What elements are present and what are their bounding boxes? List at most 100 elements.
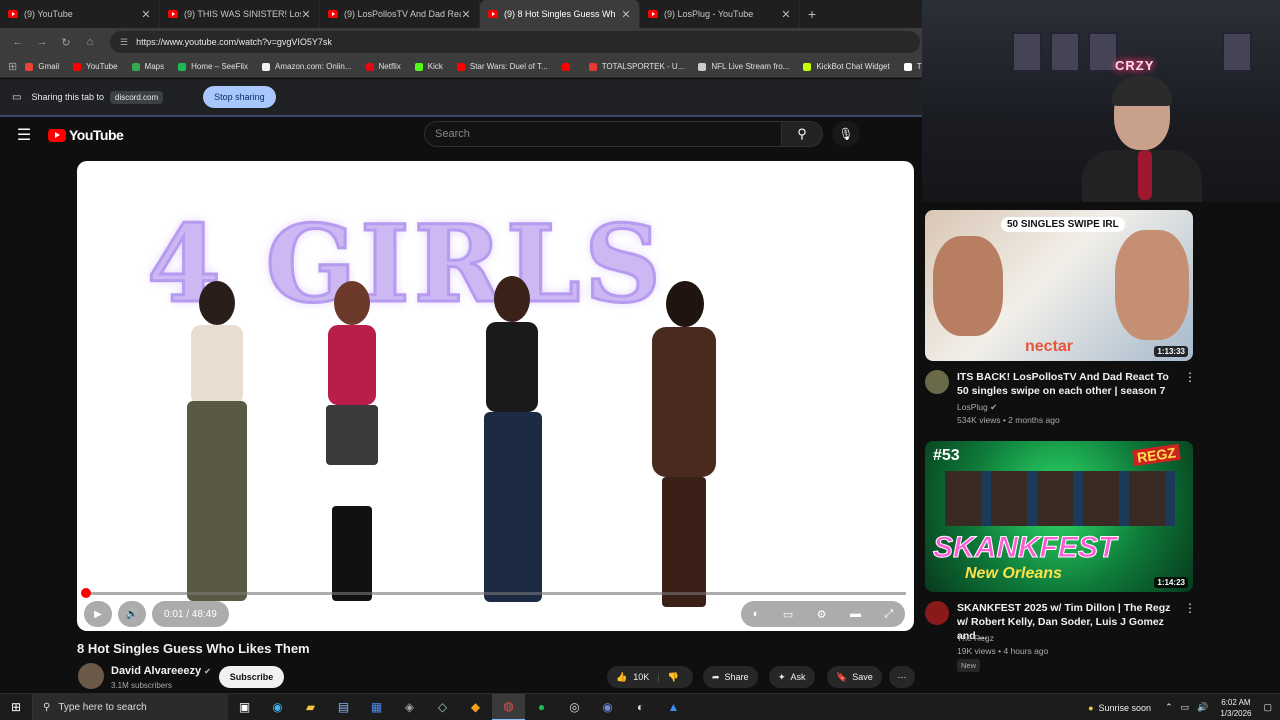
bookmark-favicon-icon [25, 62, 34, 71]
channel-name[interactable]: David Alvareeezy ✔ [111, 665, 211, 677]
app-icon[interactable]: ◎ [558, 694, 591, 720]
site-info-icon[interactable]: ☰ [120, 37, 128, 48]
close-tab-icon[interactable]: ✕ [461, 8, 471, 21]
close-tab-icon[interactable]: ✕ [141, 8, 151, 21]
taskbar-search-input[interactable]: ⚲ Type here to search [32, 693, 228, 720]
bookmark-item[interactable]: YouTube [73, 62, 118, 71]
video-duration: 1:14:23 [1154, 577, 1188, 588]
close-tab-icon[interactable]: ✕ [301, 8, 311, 21]
network-icon[interactable]: ▭ [1181, 702, 1190, 713]
recommendation-card[interactable]: #53 REGZ SKANKFEST New Orleans 1:14:23 S… [925, 441, 1196, 672]
recommendation-thumbnail[interactable]: 50 SINGLES SWIPE IRL nectar 1:13:33 [925, 210, 1193, 361]
browser-tab-active[interactable]: (9) 8 Hot Singles Guess Wh ✕ [480, 0, 640, 28]
close-tab-icon[interactable]: ✕ [621, 8, 631, 21]
share-button[interactable]: ➦ Share [703, 666, 758, 688]
save-button[interactable]: 🔖 Save [827, 666, 882, 688]
bookmark-item[interactable]: NFL Live Stream fro... [698, 62, 789, 71]
autoplay-toggle-icon[interactable]: ◐ [753, 608, 760, 620]
microphone-icon[interactable]: 🎙 [832, 121, 860, 147]
volume-icon[interactable]: 🔊 [1197, 702, 1208, 713]
url-text: https://www.youtube.com/watch?v=gvgVIO5Y… [136, 37, 332, 47]
more-actions-icon[interactable]: ⋯ [889, 666, 915, 688]
video-progress-bar[interactable] [80, 588, 906, 598]
search-icon[interactable]: ⚲ [781, 121, 823, 147]
weather-icon: ● [1088, 702, 1094, 713]
app-icon[interactable]: ◇ [426, 694, 459, 720]
browser-tab[interactable]: (9) LosPlug - YouTube ✕ [640, 0, 800, 28]
home-icon[interactable]: ⌂ [78, 36, 102, 48]
app-icon[interactable]: ◈ [393, 694, 426, 720]
more-options-icon[interactable]: ⋮ [1184, 370, 1196, 384]
url-bar[interactable]: ☰ https://www.youtube.com/watch?v=gvgVIO… [110, 31, 920, 53]
task-view-icon[interactable]: ▣ [228, 694, 261, 720]
settings-gear-icon[interactable]: ⚙ [817, 608, 827, 621]
bookmark-item[interactable]: Gmail [25, 62, 59, 71]
browser-tab[interactable]: (9) LosPollosTV And Dad React ✕ [320, 0, 480, 28]
more-options-icon[interactable]: ⋮ [1184, 601, 1196, 615]
browser-tab[interactable]: (9) YouTube ✕ [0, 0, 160, 28]
steam-icon[interactable]: ◐ [624, 694, 657, 720]
bookmark-item[interactable]: TOTALSPORTEK - U... [588, 62, 684, 71]
bookmark-item[interactable]: Amazon.com: Onlin... [262, 62, 352, 71]
like-count[interactable]: 10K [633, 672, 649, 682]
menu-hamburger-icon[interactable]: ☰ [0, 125, 48, 145]
captions-icon[interactable]: ▭ [783, 608, 793, 621]
recommendation-title[interactable]: ITS BACK! LosPollosTV And Dad React To 5… [957, 370, 1182, 398]
volume-icon[interactable]: 🔊 [118, 601, 146, 627]
channel-avatar[interactable] [78, 663, 104, 689]
back-arrow-icon[interactable]: ← [6, 36, 30, 48]
apps-grid-icon[interactable]: ⊞ [8, 60, 17, 73]
bookmark-item[interactable] [561, 62, 575, 71]
forward-arrow-icon[interactable]: → [30, 36, 54, 48]
edge-icon[interactable]: ◉ [261, 694, 294, 720]
spotify-icon[interactable]: ● [525, 694, 558, 720]
stop-sharing-button[interactable]: Stop sharing [203, 86, 276, 108]
tab-title: (9) THIS WAS SINISTER! LosPollo [184, 9, 301, 19]
windows-taskbar: ⊞ ⚲ Type here to search ▣ ◉ ▰ ▤ ▦ ◈ ◇ ◆ … [0, 693, 1280, 720]
chrome-icon[interactable]: ◍ [492, 693, 525, 720]
recommendation-channel[interactable]: The Regz [957, 633, 994, 643]
recommendation-channel[interactable]: LosPlug ✔ [957, 402, 997, 413]
bookmark-item[interactable]: Star Wars: Duel of T... [456, 62, 548, 71]
thumbs-down-icon[interactable]: 👎 [668, 672, 679, 683]
app-icon[interactable]: ▲ [657, 694, 690, 720]
brave-icon[interactable]: ◆ [459, 694, 492, 720]
recommendation-thumbnail[interactable]: #53 REGZ SKANKFEST New Orleans 1:14:23 [925, 441, 1193, 592]
video-player[interactable]: 4 GIRLS ▶ 🔊 0:01 / 48:49 ◐ ▭ ⚙ ▬ ⤢ [77, 161, 914, 631]
file-explorer-icon[interactable]: ▰ [294, 694, 327, 720]
bookmark-item[interactable]: KickBot Chat Widget [803, 62, 890, 71]
progress-scrubber[interactable] [80, 588, 91, 598]
app-icon[interactable]: ▤ [327, 694, 360, 720]
ask-button[interactable]: ✦ Ask [769, 666, 815, 688]
share-arrow-icon: ➦ [712, 671, 720, 682]
weather-text[interactable]: Sunrise soon [1099, 703, 1152, 713]
youtube-logo[interactable]: YouTube [48, 127, 124, 143]
notifications-icon[interactable]: ▢ [1263, 702, 1272, 713]
tray-overflow-icon[interactable]: ⌃ [1165, 702, 1173, 713]
clock[interactable]: 6:02 AM 1/3/2026 [1220, 697, 1251, 719]
channel-avatar[interactable] [925, 601, 949, 625]
channel-avatar[interactable] [925, 370, 949, 394]
new-tab-plus-icon[interactable]: + [800, 6, 824, 22]
bookmark-item[interactable]: Maps [131, 62, 164, 71]
theater-mode-icon[interactable]: ▬ [850, 608, 861, 620]
recommendation-card[interactable]: 50 SINGLES SWIPE IRL nectar 1:13:33 ITS … [925, 210, 1196, 425]
video-person-3 [472, 276, 552, 611]
bookmark-item[interactable]: Netflix [365, 62, 401, 71]
bookmark-item[interactable]: Kick [414, 62, 443, 71]
calculator-icon[interactable]: ▦ [360, 694, 393, 720]
search-input[interactable]: Search [424, 121, 782, 147]
bookmark-item[interactable]: Home – SeeFlix [178, 62, 248, 71]
play-button[interactable]: ▶ [84, 601, 112, 627]
windows-start-icon[interactable]: ⊞ [0, 700, 32, 714]
bookmark-favicon-icon [903, 62, 912, 71]
discord-icon[interactable]: ◉ [591, 694, 624, 720]
close-tab-icon[interactable]: ✕ [781, 8, 791, 21]
bookmark-favicon-icon [803, 62, 812, 71]
reload-icon[interactable]: ↻ [54, 36, 78, 49]
bookmark-favicon-icon [73, 62, 82, 71]
browser-tab[interactable]: (9) THIS WAS SINISTER! LosPollo ✕ [160, 0, 320, 28]
subscribe-button[interactable]: Subscribe [219, 666, 284, 688]
fullscreen-icon[interactable]: ⤢ [884, 608, 893, 621]
thumbs-up-icon[interactable]: 👍 [616, 672, 627, 683]
